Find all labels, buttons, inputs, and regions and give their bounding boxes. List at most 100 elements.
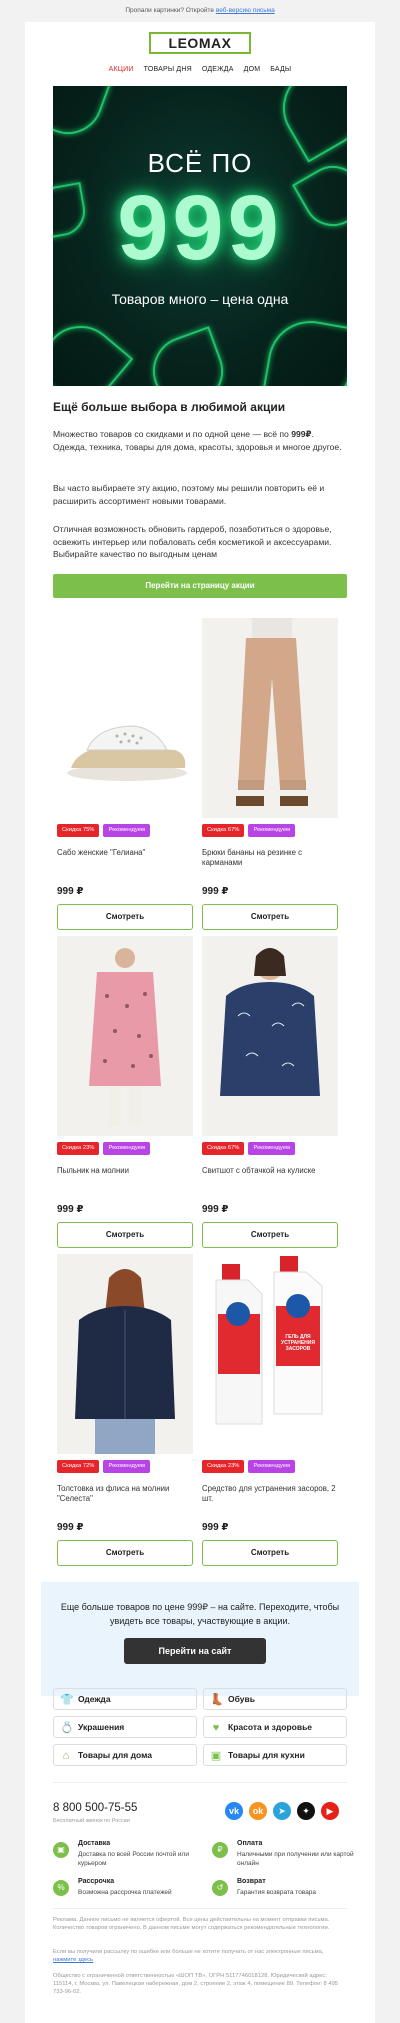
hero-banner[interactable]: ВСЁ ПО 999 Товаров много – цена одна: [53, 86, 347, 386]
product-name[interactable]: Толстовка из флиса на молнии "Селеста": [57, 1484, 193, 1504]
unsubscribe-link[interactable]: нажмите здесь: [53, 1957, 93, 1963]
return-icon: ↺: [212, 1880, 228, 1896]
web-version-link[interactable]: веб-версию письма: [216, 7, 275, 14]
discount-badge: Скидка 67%: [202, 824, 245, 837]
promo-page-button[interactable]: Перейти на страницу акции: [53, 574, 347, 598]
recommend-badge: Рекомендуем: [103, 824, 150, 837]
product-image[interactable]: [202, 936, 338, 1136]
preheader: Пропали картинки? Откройте веб-версию пи…: [0, 0, 400, 22]
product-card: Скидка 75% Рекомендуем Сабо женские "Гел…: [57, 618, 193, 930]
product-image[interactable]: [57, 1254, 193, 1454]
product-name[interactable]: Средство для устранения засоров, 2 шт.: [202, 1484, 338, 1504]
nav-item-0[interactable]: АКЦИИ: [109, 66, 134, 73]
recommend-badge: Рекомендуем: [248, 1460, 295, 1473]
unsubscribe-text: Если вы получили рассылку по ошибке или …: [53, 1949, 324, 1955]
product-price: 999 ₽: [202, 886, 229, 897]
recommend-badge: Рекомендуем: [103, 1460, 150, 1473]
category-label: Украшения: [78, 1722, 125, 1732]
drain-cleaner-image-icon: [215, 1256, 323, 1425]
view-button[interactable]: Смотреть: [57, 1222, 193, 1248]
youtube-icon[interactable]: ▶: [321, 1802, 339, 1820]
product-image[interactable]: [57, 618, 193, 818]
category-label: Товары для дома: [78, 1750, 152, 1760]
discount-badge: Скидка 75%: [57, 824, 100, 837]
view-button[interactable]: Смотреть: [202, 1540, 338, 1566]
category-kitchen[interactable]: ▣ Товары для кухни: [203, 1744, 347, 1766]
category-beauty[interactable]: ♥ Красота и здоровье: [203, 1716, 347, 1738]
kitchen-icon: ▣: [210, 1750, 222, 1762]
intro-p1-price: 999₽: [291, 429, 312, 439]
nav-item-1[interactable]: ТОВАРЫ ДНЯ: [144, 66, 192, 73]
category-clothing[interactable]: 👕 Одежда: [53, 1688, 197, 1710]
service-desc: Возможна рассрочка платежей: [78, 1889, 172, 1896]
unsubscribe-note: Если вы получили рассылку по ошибке или …: [53, 1948, 347, 1964]
view-button[interactable]: Смотреть: [57, 904, 193, 930]
ruble-icon: ₽: [212, 1842, 228, 1858]
vk-icon[interactable]: vk: [225, 1802, 243, 1820]
recommend-badge: Рекомендуем: [248, 1142, 295, 1155]
hero-line1: ВСЁ ПО: [147, 148, 253, 178]
intro-paragraph-1: Множество товаров со скидками и по одной…: [53, 428, 347, 453]
email-body: LEOMAX АКЦИИ ТОВАРЫ ДНЯ ОДЕЖДА ДОМ БАДЫ ВСЁ …: [25, 22, 375, 2023]
leaf-decoration-icon: [261, 314, 347, 386]
sweatshirt-image-icon: [220, 948, 320, 1096]
top-nav: АКЦИИ ТОВАРЫ ДНЯ ОДЕЖДА ДОМ БАДЫ: [25, 66, 375, 73]
intro-p1-text: Множество товаров со скидками и по одной…: [53, 429, 292, 439]
product-image[interactable]: ГЕЛЬ ДЛЯ УСТРАНЕНИЯ ЗАСОРОВ: [202, 1254, 338, 1454]
product-card: Скидка 67% Рекомендуем Брюки бананы на р…: [202, 618, 338, 930]
product-price: 999 ₽: [57, 886, 84, 897]
view-button[interactable]: Смотреть: [57, 1540, 193, 1566]
more-products-text: Еще больше товаров по цене 999₽ – на сай…: [60, 1602, 340, 1626]
product-badges: Скидка 67% Рекомендуем: [202, 824, 295, 837]
discount-badge: Скидка 72%: [57, 1460, 100, 1473]
product-name[interactable]: Сабо женские "Гелиана": [57, 848, 193, 858]
logo[interactable]: LEOMAX: [149, 32, 251, 54]
product-image[interactable]: [57, 936, 193, 1136]
product-price: 999 ₽: [57, 1522, 84, 1533]
service-title: Оплата: [237, 1840, 263, 1847]
recommend-badge: Рекомендуем: [103, 1142, 150, 1155]
product-badges: Скидка 75% Рекомендуем: [57, 824, 150, 837]
service-title: Рассрочка: [78, 1878, 115, 1885]
category-home[interactable]: ⌂ Товары для дома: [53, 1744, 197, 1766]
leaf-decoration-icon: [53, 310, 134, 386]
phone-number[interactable]: 8 800 500-75-55: [53, 1802, 137, 1814]
recommend-badge: Рекомендуем: [248, 824, 295, 837]
category-jewelry[interactable]: 💍 Украшения: [53, 1716, 197, 1738]
category-shoes[interactable]: 👢 Обувь: [203, 1688, 347, 1710]
legal-disclaimer: Реклама. Данное письмо не является оферт…: [53, 1917, 330, 1931]
product-price: 999 ₽: [202, 1522, 229, 1533]
dzen-icon[interactable]: ✦: [297, 1802, 315, 1820]
service-desc: Наличными при получении или картой онлай…: [237, 1851, 354, 1867]
category-label: Товары для кухни: [228, 1750, 305, 1760]
product-name[interactable]: Брюки бананы на резинке с карманами: [202, 848, 338, 868]
product-name[interactable]: Свитшот с обтачкой на кулиске: [202, 1166, 338, 1176]
product-badges: Скидка 72% Рекомендуем: [57, 1460, 150, 1473]
divider: [53, 1782, 347, 1783]
phone-subtitle: Бесплатный звонок по России: [53, 1818, 130, 1824]
service-desc: Доставка по всей России почтой или курье…: [78, 1851, 189, 1867]
product-image[interactable]: [202, 618, 338, 818]
clog-image-icon: [67, 725, 187, 781]
product-card: Скидка 67% Рекомендуем Свитшот с обтачко…: [202, 936, 338, 1248]
view-button[interactable]: Смотреть: [202, 1222, 338, 1248]
category-label: Обувь: [228, 1694, 255, 1704]
nav-item-4[interactable]: БАДЫ: [270, 66, 291, 73]
go-to-site-button[interactable]: Перейти на сайт: [124, 1638, 266, 1664]
intro-title: Ещё больше выбора в любимой акции: [53, 400, 286, 414]
tshirt-icon: 👕: [60, 1694, 74, 1706]
preheader-text: Пропали картинки? Откройте: [125, 7, 215, 14]
service-desc: Гарантия возврата товара: [237, 1889, 317, 1896]
nav-item-3[interactable]: ДОМ: [244, 66, 261, 73]
nav-item-2[interactable]: ОДЕЖДА: [202, 66, 234, 73]
trousers-image-icon: [236, 618, 308, 806]
telegram-icon[interactable]: ➤: [273, 1802, 291, 1820]
category-label: Красота и здоровье: [228, 1722, 313, 1732]
product-label-text: ГЕЛЬ ДЛЯ УСТРАНЕНИЯ ЗАСОРОВ: [281, 1334, 315, 1352]
product-name[interactable]: Пыльник на молнии: [57, 1166, 193, 1176]
product-badges: Скидка 23% Рекомендуем: [57, 1142, 150, 1155]
product-badges: Скидка 23% Рекомендуем: [202, 1460, 295, 1473]
view-button[interactable]: Смотреть: [202, 904, 338, 930]
ok-icon[interactable]: ok: [249, 1802, 267, 1820]
leaf-decoration-icon: [143, 326, 233, 386]
